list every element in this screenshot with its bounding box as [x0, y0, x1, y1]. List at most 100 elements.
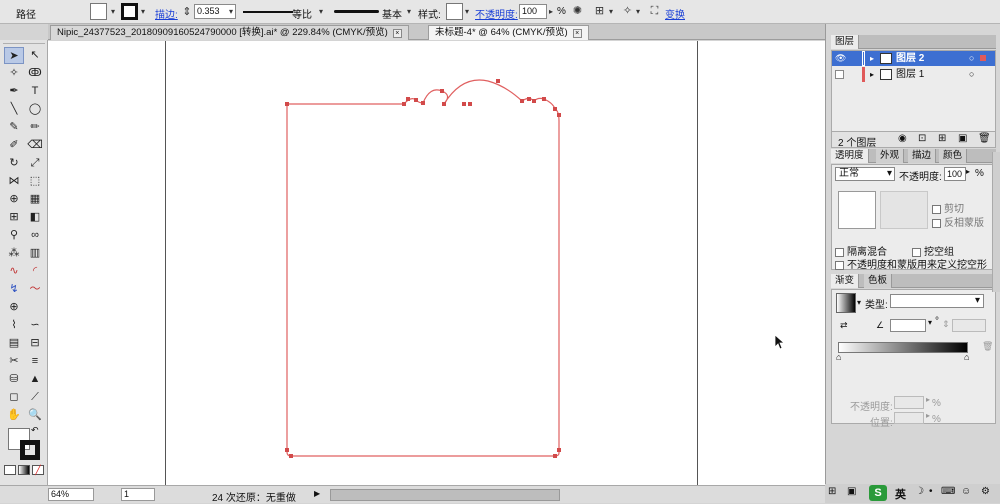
delete-stop-icon[interactable]: 🗑 [982, 341, 993, 352]
reverse-gradient-icon[interactable]: ⇄ [840, 320, 848, 331]
isolate-dropdown-icon[interactable]: ▾ [633, 3, 643, 20]
layer-name[interactable]: 图层 1 [896, 67, 924, 82]
location-arrow-icon[interactable]: ▸ [926, 411, 930, 420]
clip-option[interactable]: 剪切 [932, 200, 964, 215]
tab-swatches[interactable]: 色板 [864, 274, 893, 288]
slice-knife-tool-icon[interactable]: ⟋ [25, 389, 45, 406]
blob-brush-tool-icon[interactable]: ✐ [4, 137, 24, 154]
new-sublayer-icon[interactable]: ⊞ [938, 133, 946, 144]
user-icon[interactable]: ☺ [961, 486, 971, 497]
transparency-opacity-field[interactable]: 100 [944, 167, 966, 181]
gradient-opacity-arrow-icon[interactable]: ▸ [926, 395, 930, 404]
status-menu-arrow-icon[interactable]: ▶ [314, 489, 320, 498]
location-field[interactable] [894, 412, 924, 424]
stroke-swatch[interactable] [121, 3, 138, 20]
gradient-preview[interactable] [836, 293, 856, 313]
expand-icon[interactable]: ▸ [870, 51, 874, 66]
opacity-mask-checkbox[interactable] [835, 260, 844, 270]
expand-icon[interactable]: ▸ [870, 67, 874, 82]
align-dropdown-icon[interactable]: ▾ [606, 3, 616, 20]
blend-tool-icon[interactable]: ∞ [25, 227, 45, 244]
slice-tool-icon[interactable]: ▤ [4, 335, 24, 352]
artboard-field[interactable]: 1 [121, 488, 155, 501]
keyboard-icon[interactable]: ⌨ [941, 486, 955, 497]
swap-colors-icon[interactable]: ↶ [31, 425, 39, 436]
transform-frame-icon[interactable]: ⛶ [647, 4, 662, 19]
angle-dropdown-icon[interactable]: ▾ [928, 318, 932, 327]
new-layer-icon[interactable]: ▣ [958, 133, 967, 144]
settings-icon[interactable]: ⚙ [981, 486, 990, 497]
brush-dropdown-icon[interactable]: ▾ [404, 3, 414, 20]
free-transform-tool-icon[interactable]: ⬚ [25, 173, 45, 190]
magic-wand-tool-icon[interactable]: ✧ [4, 65, 24, 82]
fill-dropdown-icon[interactable]: ▾ [108, 3, 118, 20]
dock-scrollbar[interactable] [992, 152, 1000, 292]
gradient-type-select[interactable]: ▾ [890, 294, 984, 308]
tray-device-icon[interactable]: ▣ [847, 486, 856, 497]
target-icon[interactable]: ○ [969, 67, 974, 82]
opacity-field[interactable]: 100 [519, 4, 547, 19]
bucket-tool-icon[interactable]: ⛁ [4, 371, 24, 388]
warp-tool-icon[interactable]: ⌇ [4, 317, 24, 334]
tab-appearance[interactable]: 外观 [876, 149, 905, 163]
pencil-tool-icon[interactable]: ✏ [25, 119, 45, 136]
artboard-tool-icon[interactable]: ◻ [4, 389, 24, 406]
horizontal-scrollbar[interactable] [330, 489, 560, 501]
ellipse-tool-icon[interactable]: ◯ [25, 101, 45, 118]
column-graph-tool-icon[interactable]: ▥ [25, 245, 45, 262]
layer-row-1[interactable]: ▸ 图层 1 ○ [832, 67, 995, 82]
frame-outline[interactable] [286, 79, 560, 457]
gradient-tool-icon[interactable]: ◧ [25, 209, 45, 226]
stroke-color-swatch[interactable] [20, 440, 40, 460]
scale-tool-icon[interactable]: ⤢ [25, 155, 45, 172]
lasso-tool-icon[interactable]: ↂ [25, 65, 45, 82]
stroke-weight-dropdown-icon[interactable]: ▾ [226, 3, 236, 20]
scissors-tool-icon[interactable]: ✂ [4, 353, 24, 370]
zoom-field[interactable]: 64% [48, 488, 94, 501]
aspect-ratio-icon[interactable]: ⇕ [942, 319, 950, 330]
layer-row-2[interactable]: 👁 ▸ 图层 2 ○ [832, 51, 995, 66]
mask-thumbnail[interactable] [880, 191, 928, 229]
eraser-tool-icon[interactable]: ⌫ [25, 137, 45, 154]
zoom-tool-icon[interactable]: 🔍 [25, 407, 45, 424]
paintbrush-tool-icon[interactable]: ✎ [4, 119, 24, 136]
stroke-dropdown-icon[interactable]: ▾ [138, 3, 148, 20]
arc-tool-icon[interactable]: ◜ [25, 263, 45, 280]
angle-icon[interactable]: ∠ [876, 320, 884, 331]
layer-name[interactable]: 图层 2 [896, 51, 924, 66]
ime-logo-icon[interactable]: S [869, 485, 887, 501]
gradient-mode-icon[interactable] [18, 465, 30, 475]
shape-builder-tool-icon[interactable]: ⊕ [4, 191, 24, 208]
selection-tool-icon[interactable]: ➤ [4, 47, 24, 64]
opacity-arrow-icon[interactable]: ▸ [966, 167, 970, 176]
visibility-box[interactable] [835, 70, 844, 79]
ime-language[interactable]: 英 [895, 486, 906, 502]
direct-selection-tool-icon[interactable]: ↖ [25, 47, 45, 64]
path-tool-icon[interactable]: ↯ [4, 281, 24, 298]
angle-field[interactable] [890, 319, 926, 332]
anchor-points[interactable] [285, 79, 561, 458]
tab-transparency[interactable]: 透明度 [831, 149, 869, 163]
none-mode-icon[interactable]: ╱ [32, 465, 44, 475]
delete-layer-icon[interactable]: 🗑 [978, 133, 991, 144]
gradient-preview-dropdown-icon[interactable]: ▾ [857, 298, 861, 307]
pen-tool-icon[interactable]: ✒ [4, 83, 24, 100]
artboard[interactable] [165, 41, 698, 485]
profile-dropdown-icon[interactable]: ▾ [316, 3, 326, 20]
tab-gradient[interactable]: 渐变 [831, 274, 860, 288]
crosshair-tool-icon[interactable]: ⊕ [4, 299, 24, 316]
invert-mask-option[interactable]: 反相蒙版 [932, 214, 984, 229]
frame-path[interactable] [166, 41, 699, 485]
end-stop-icon[interactable]: ⌂ [964, 352, 969, 362]
align-grid-icon[interactable]: ⊞ [592, 4, 607, 19]
eye-icon[interactable]: 👁 [835, 51, 846, 66]
gradient-slider[interactable] [838, 342, 968, 353]
aspect-ratio-field[interactable] [952, 319, 986, 332]
curve-tool-icon[interactable]: ∿ [4, 263, 24, 280]
slice-select-tool-icon[interactable]: ⊟ [25, 335, 45, 352]
recolor-icon[interactable]: ✺ [570, 4, 585, 19]
close-icon[interactable]: × [572, 29, 582, 38]
tab-color[interactable]: 颜色 [939, 149, 968, 163]
style-swatch[interactable] [446, 3, 463, 20]
type-tool-icon[interactable]: T [25, 83, 45, 100]
